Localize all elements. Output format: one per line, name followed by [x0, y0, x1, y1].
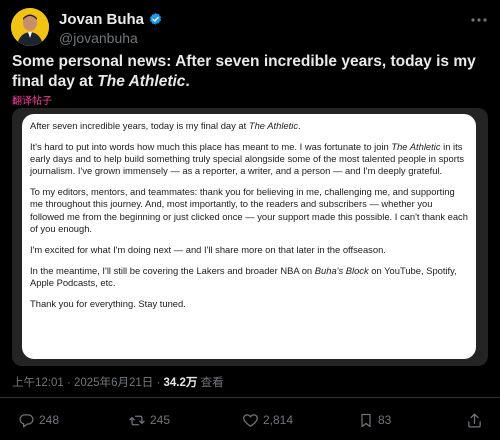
note-italic: The Athletic	[391, 141, 441, 153]
avatar-image	[11, 8, 49, 46]
author-display-name[interactable]: Jovan Buha	[59, 11, 144, 28]
note-paragraph-6: Thank you for everything. Stay tuned.	[30, 298, 186, 310]
action-bar: 248 245 2,814 83	[0, 410, 500, 430]
like-icon	[242, 412, 259, 429]
note-text: After seven incredible years, today is m…	[30, 120, 249, 131]
timestamp[interactable]: 上午12:01 · 2025年6月21日 ·	[12, 377, 164, 389]
bookmark-icon	[358, 412, 374, 429]
author-name-row: Jovan Buha	[59, 11, 163, 28]
avatar[interactable]	[11, 8, 49, 46]
notes-app-text: After seven incredible years, today is m…	[22, 114, 476, 359]
attached-image[interactable]: After seven incredible years, today is m…	[12, 108, 488, 366]
tweet-meta: 上午12:01 · 2025年6月21日 · 34.2万 查看	[12, 374, 224, 390]
note-text: In the meantime, I'll still be covering …	[30, 264, 315, 276]
translate-post-link[interactable]: 翻译帖子	[12, 92, 52, 107]
author-handle[interactable]: @jovanbuha	[59, 30, 138, 46]
bookmark-button[interactable]: 83	[358, 410, 391, 430]
more-icon[interactable]	[470, 14, 488, 24]
note-paragraph-3: To my editors, mentors, and teammates: t…	[30, 186, 468, 234]
note-paragraph-2: It's hard to put into words how much thi…	[30, 141, 468, 177]
note-text: It's hard to put into words how much thi…	[30, 141, 392, 153]
tweet-text-end: .	[185, 73, 190, 90]
views-count: 34.2万	[163, 377, 198, 389]
share-button[interactable]	[466, 410, 483, 430]
views-label: 查看	[197, 377, 224, 389]
note-paragraph-1: After seven incredible years, today is m…	[30, 120, 468, 132]
reply-count: 248	[39, 413, 60, 427]
like-count: 2,814	[263, 413, 294, 427]
repost-icon	[128, 412, 146, 429]
note-text: .	[298, 120, 301, 131]
note-paragraph-5: In the meantime, I'll still be covering …	[30, 265, 468, 289]
note-paragraph-4: I'm excited for what I'm doing next — an…	[30, 243, 386, 255]
tweet-text: Some personal news: After seven incredib…	[12, 52, 488, 92]
like-button[interactable]: 2,814	[242, 410, 293, 430]
divider	[0, 397, 500, 398]
bookmark-count: 83	[378, 413, 392, 427]
tweet-text-main: Some personal news: After seven incredib…	[12, 53, 476, 90]
reply-button[interactable]: 248	[18, 410, 59, 430]
share-icon	[466, 412, 483, 429]
tweet-text-italic: The Athletic	[97, 73, 186, 90]
note-italic: The Athletic	[248, 120, 299, 131]
reply-icon	[18, 412, 35, 429]
repost-button[interactable]: 245	[128, 410, 170, 430]
repost-count: 245	[150, 413, 171, 427]
verified-badge-icon[interactable]	[148, 12, 163, 27]
note-italic: Buha's Block	[314, 264, 369, 276]
